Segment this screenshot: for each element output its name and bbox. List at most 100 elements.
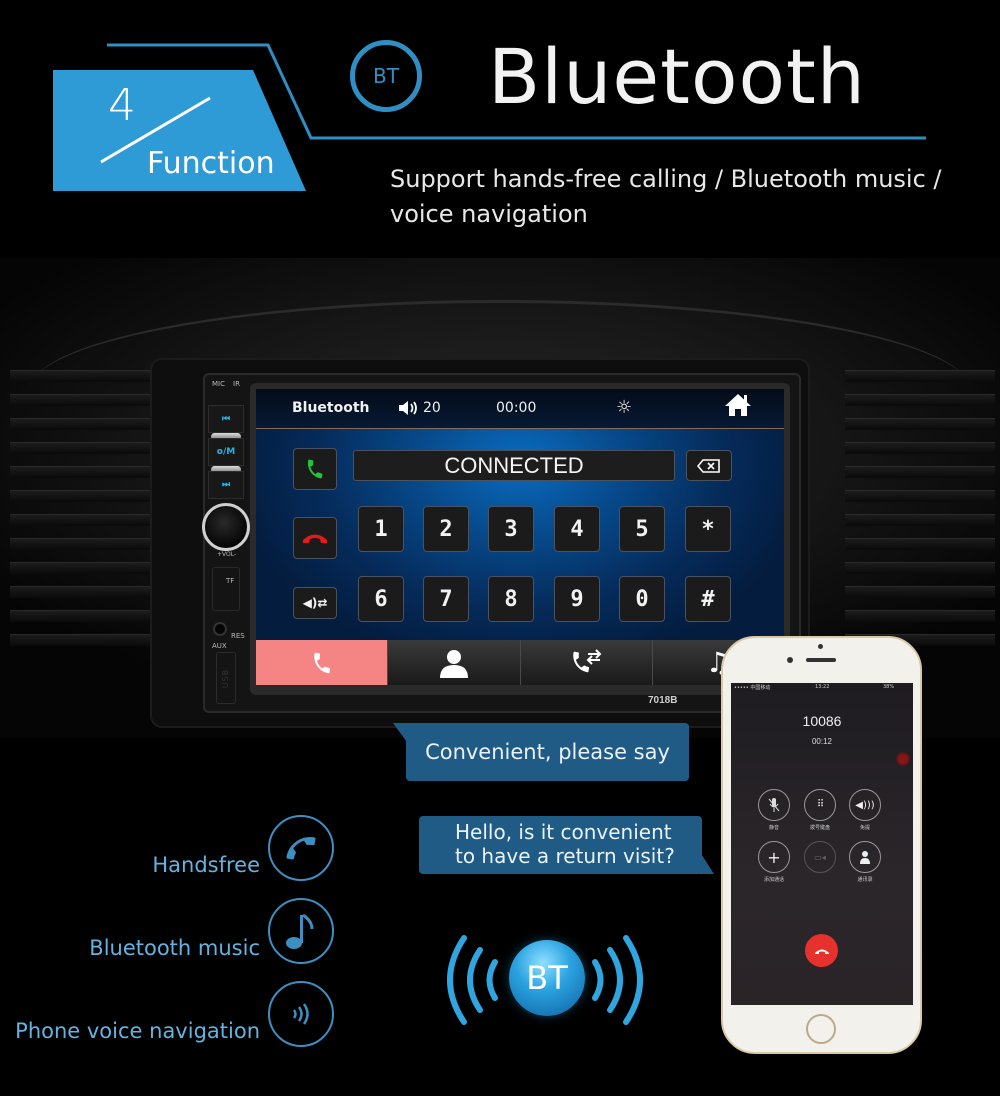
model-label: 7018B (648, 695, 678, 706)
keypad-button[interactable]: ⠿ (804, 789, 836, 821)
phone-red-icon (303, 534, 327, 543)
keypad-key-6[interactable]: 6 (358, 576, 404, 622)
contacts-icon (439, 649, 468, 678)
contacts-button[interactable] (849, 841, 881, 873)
chat-bubble-question-line1: Hello, is it convenient (455, 820, 672, 844)
tab-dialer[interactable] (256, 640, 388, 685)
bluetooth-logo-text: BT (526, 959, 568, 997)
clock: 00:00 (496, 400, 537, 416)
mute-button[interactable] (758, 789, 790, 821)
res-label: RES (231, 632, 245, 640)
speaker-label: 免提 (859, 825, 870, 831)
end-call-button[interactable] (805, 934, 838, 967)
facetime-button[interactable]: ▭◂ (804, 841, 836, 873)
prev-track-button[interactable]: ⏮ (208, 405, 244, 433)
phone-front-camera (787, 657, 793, 663)
power-mode-button[interactable]: o/M (208, 438, 244, 466)
add-call-icon: + (767, 847, 781, 867)
feature-voice-label: Phone voice navigation (15, 1019, 260, 1043)
keypad-key-9[interactable]: 9 (554, 576, 600, 622)
keypad-key-4[interactable]: 4 (554, 506, 600, 552)
audio-switch-button[interactable]: ◀)⇄ (293, 587, 337, 619)
call-duration: 00:12 (811, 737, 833, 746)
function-number: 4 (108, 80, 136, 131)
keypad-key-1[interactable]: 1 (358, 506, 404, 552)
phone-call-screen: ••••• 中国移动 13:22 38% 10086 00:12 静音 ⠿ 拨号… (731, 683, 913, 1005)
add-call-button[interactable]: + (758, 841, 790, 873)
vol-label: +VOL- (217, 551, 237, 558)
air-vent-right (845, 370, 995, 670)
phone-battery: 38% (883, 684, 895, 690)
speaker-icon: ◀))) (855, 799, 875, 811)
keypad-key-2[interactable]: 2 (423, 506, 469, 552)
contacts-label: 通讯录 (857, 877, 873, 883)
volume-knob[interactable] (202, 503, 250, 551)
bluetooth-logo: BT (509, 940, 585, 1016)
keypad-key-hash[interactable]: # (685, 576, 731, 622)
feature-bluetooth-music: Bluetooth music (89, 898, 334, 964)
backspace-button[interactable] (686, 450, 732, 481)
music-note-icon (268, 898, 334, 964)
tab-call-log[interactable] (519, 640, 652, 685)
volume-value: 20 (423, 400, 441, 416)
volume-indicator[interactable]: 20 (399, 400, 441, 416)
add-call-label: 添加通话 (763, 877, 784, 883)
call-log-icon (573, 648, 602, 672)
keypad-key-7[interactable]: 7 (423, 576, 469, 622)
bottom-tab-bar: ♫ (256, 640, 784, 685)
subtitle: Support hands-free calling / Bluetooth m… (390, 165, 942, 228)
feature-voice-navigation: Phone voice navigation (15, 981, 334, 1047)
tf-card-slot (212, 567, 240, 611)
phone-clock: 13:22 (815, 684, 830, 690)
phone-green-icon (307, 459, 323, 479)
keypad-key-5[interactable]: 5 (619, 506, 665, 552)
feature-music-label: Bluetooth music (89, 936, 260, 960)
function-label: Function (147, 146, 275, 181)
call-number: 10086 (802, 713, 842, 729)
facetime-icon: ▭◂ (814, 852, 826, 862)
mute-icon (768, 798, 780, 812)
bt-badge-text: BT (373, 64, 399, 88)
answer-call-button[interactable] (293, 448, 337, 490)
air-vent-left (10, 370, 160, 670)
keypad-key-3[interactable]: 3 (488, 506, 534, 552)
sound-waves-icon (268, 981, 334, 1047)
keypad-label: 拨号键盘 (809, 825, 830, 831)
mic-label: MIC (212, 380, 225, 388)
sun-icon[interactable]: ☼ (616, 397, 632, 418)
usb-port: USB (216, 652, 236, 704)
keypad-key-star[interactable]: * (685, 506, 731, 552)
feature-handsfree: Handsfree (152, 815, 334, 881)
bt-badge-icon: BT (350, 40, 422, 112)
hangup-button[interactable] (293, 517, 337, 559)
phone-front-sensor (818, 644, 823, 649)
usb-label: USB (221, 668, 231, 688)
aux-jack (213, 622, 227, 636)
screen-title: Bluetooth (292, 400, 370, 416)
page-title: Bluetooth (488, 32, 866, 121)
chat-bubble-question-line2: to have a return visit? (455, 844, 675, 868)
speaker-button[interactable]: ◀))) (849, 789, 881, 821)
handset-icon (268, 815, 334, 881)
head-unit-screen: Bluetooth 20 00:00 ☼ CONNECTED ◀)⇄ 12345… (256, 389, 784, 685)
chat-bubble-reply-text: Convenient, please say (425, 740, 670, 764)
status-bar: Bluetooth 20 00:00 ☼ (256, 389, 784, 429)
phone-home-button[interactable] (806, 1014, 836, 1044)
tf-label: TF (226, 577, 235, 585)
chat-bubble-reply: Convenient, please say (406, 723, 689, 781)
backspace-icon (697, 458, 720, 473)
phone-icon (313, 652, 330, 673)
recording-indicator (897, 753, 909, 765)
speaker-icon (399, 401, 417, 415)
ir-label: IR (233, 380, 240, 388)
phone-earpiece (806, 658, 836, 662)
phone-carrier: ••••• 中国移动 (734, 685, 771, 691)
tab-contacts[interactable] (387, 640, 520, 685)
next-track-button[interactable]: ⏭ (208, 471, 244, 499)
keypad-key-8[interactable]: 8 (488, 576, 534, 622)
home-icon[interactable] (724, 393, 752, 421)
keypad-key-0[interactable]: 0 (619, 576, 665, 622)
contacts-icon (860, 851, 870, 864)
hangup-icon (814, 949, 829, 954)
bubble-tail-2 (700, 852, 714, 874)
